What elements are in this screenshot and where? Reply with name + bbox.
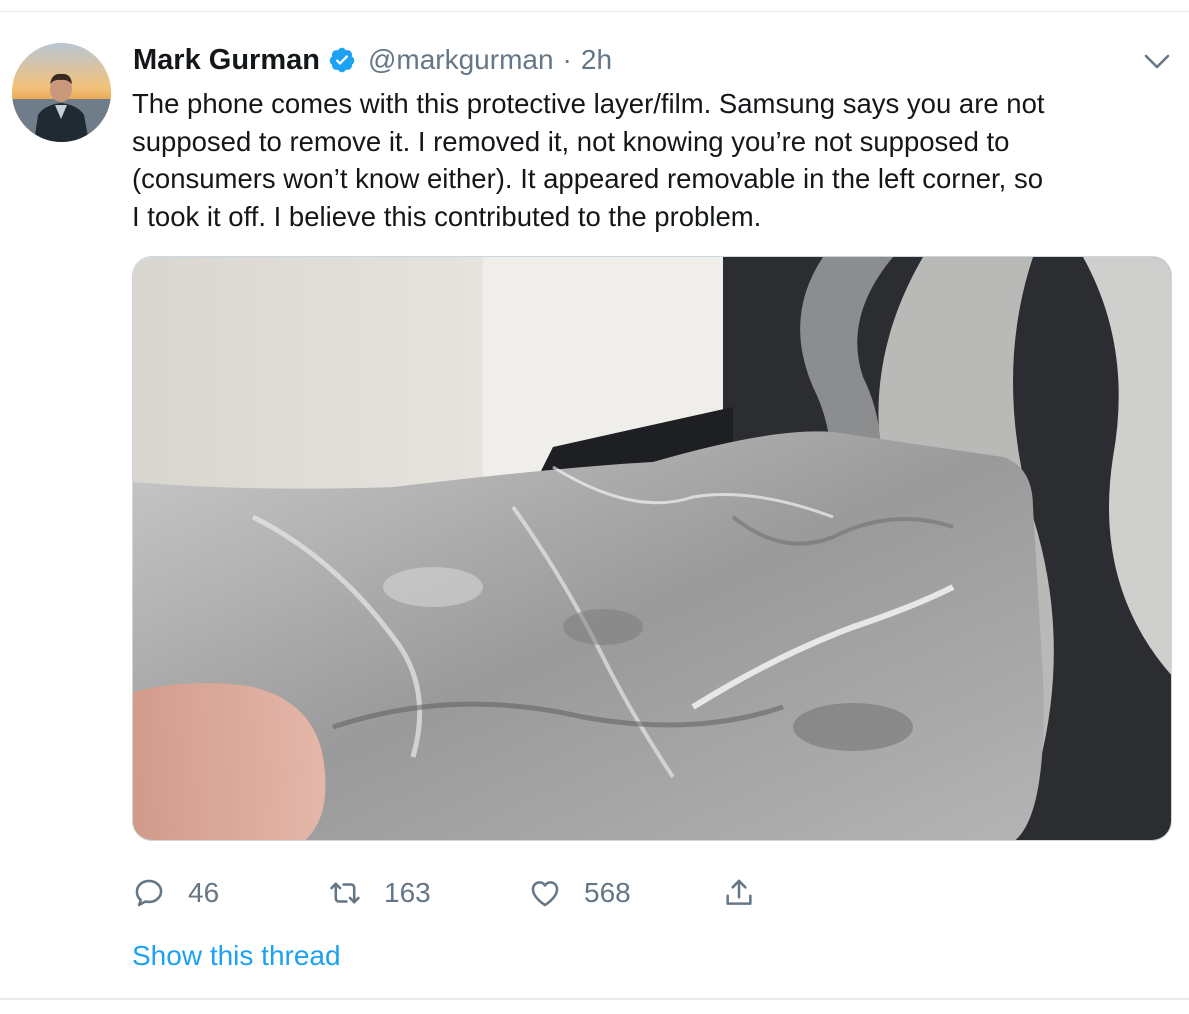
avatar[interactable]	[12, 43, 111, 142]
tweet-text-line: I took it off. I believe this contribute…	[132, 201, 762, 233]
share-icon	[726, 879, 752, 905]
tweet-text-line: (consumers won’t know either). It appear…	[132, 163, 1044, 195]
verified-badge-icon	[328, 46, 356, 74]
avatar-photo	[12, 43, 111, 142]
top-divider	[0, 11, 1189, 12]
retweet-button[interactable]: 163	[328, 866, 431, 920]
reply-button[interactable]: 46	[132, 866, 219, 920]
tweet-text: The phone comes with this protective lay…	[132, 85, 1182, 236]
show-thread-link[interactable]: Show this thread	[132, 940, 341, 972]
retweet-count: 163	[384, 877, 431, 908]
tweet-text-line: The phone comes with this protective lay…	[132, 88, 1045, 119]
tweet-actions: 46 163 568	[132, 866, 832, 920]
tweet-photo[interactable]	[132, 256, 1172, 841]
tweet-header: Mark Gurman @markgurman · 2h	[133, 40, 612, 80]
author-handle[interactable]: @markgurman	[368, 44, 554, 76]
bottom-divider	[0, 998, 1189, 1000]
header-separator: ·	[562, 44, 572, 75]
photo-of-crumpled-protective-film	[133, 257, 1171, 840]
like-button[interactable]: 568	[528, 866, 631, 920]
more-options-chevron-down-icon[interactable]	[1142, 48, 1172, 74]
reply-count: 46	[188, 877, 220, 908]
tweet-timestamp[interactable]: 2h	[581, 44, 612, 76]
retweet-icon	[330, 882, 360, 904]
tweet-text-line: supposed to remove it. I removed it, not…	[132, 125, 1010, 157]
reply-icon	[135, 879, 163, 907]
heart-icon	[531, 881, 559, 907]
share-button[interactable]	[722, 866, 756, 920]
like-count: 568	[584, 877, 631, 908]
author-name[interactable]: Mark Gurman	[133, 44, 320, 77]
